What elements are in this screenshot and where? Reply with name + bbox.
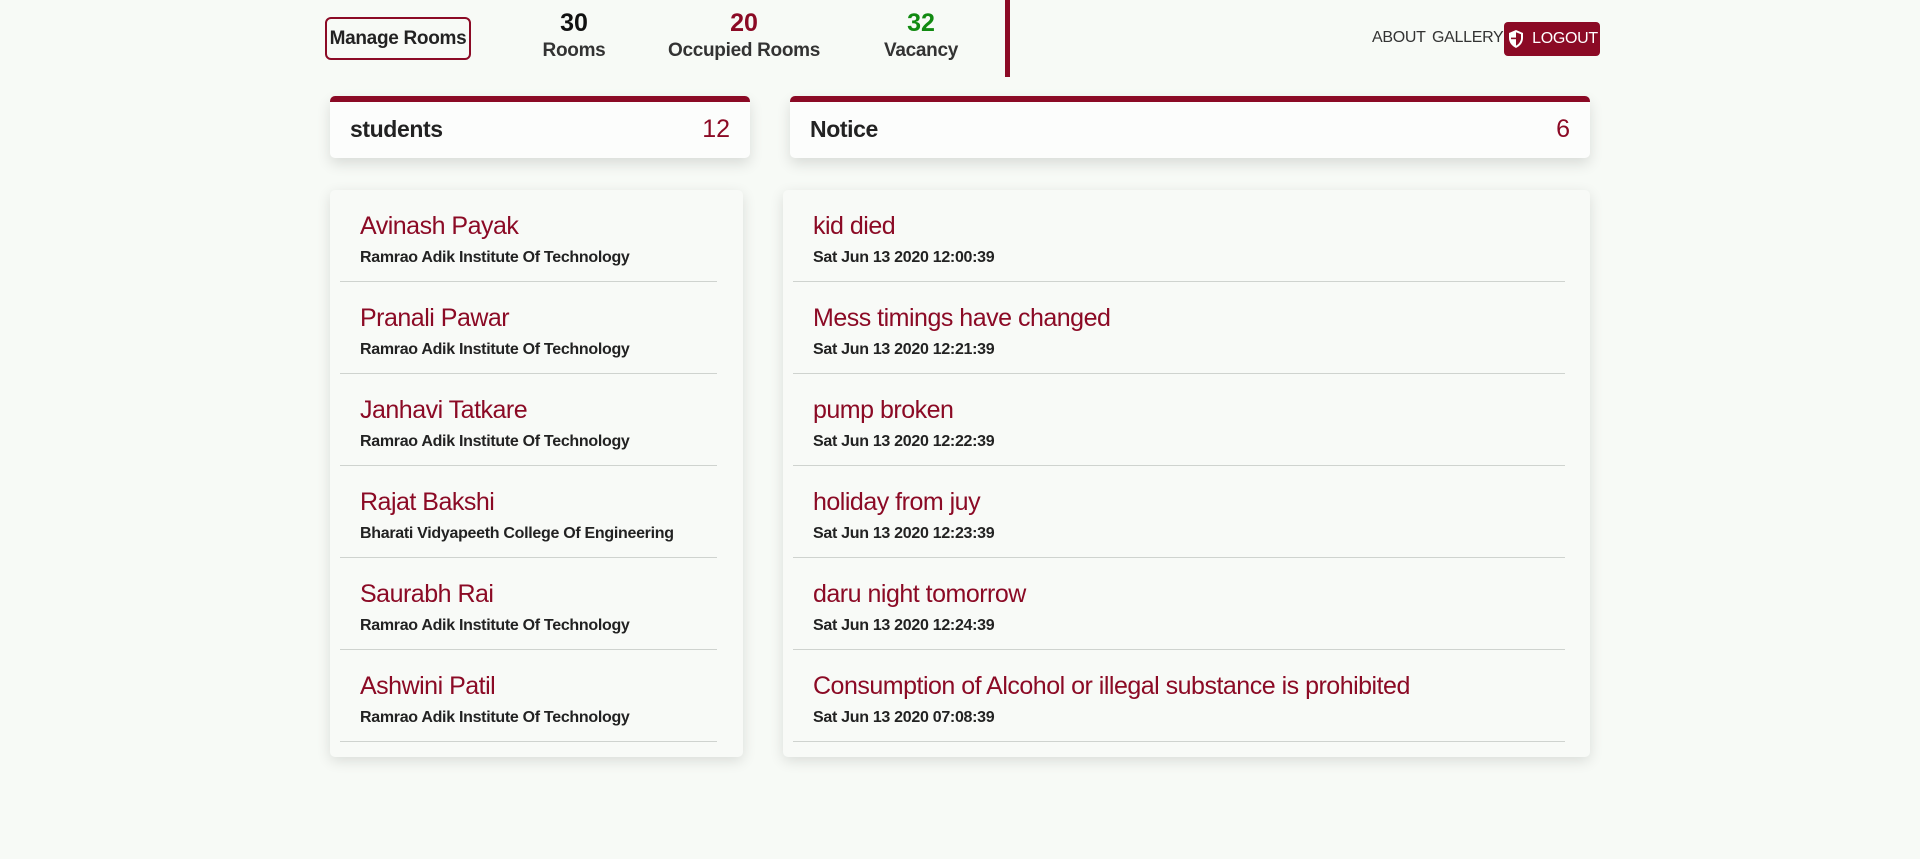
notice-list-item[interactable]: holiday from juy Sat Jun 13 2020 12:23:3…	[793, 466, 1565, 558]
notice-text: kid died	[813, 212, 896, 240]
notice-date: Sat Jun 13 2020 12:24:39	[813, 617, 995, 634]
rooms-label: Rooms	[542, 40, 606, 61]
students-header-card: students 12	[330, 96, 750, 158]
notice-list-item[interactable]: pump broken Sat Jun 13 2020 12:22:39	[793, 374, 1565, 466]
rooms-stat: 30 Rooms	[536, 8, 612, 64]
student-college: Ramrao Adik Institute Of Technology	[360, 709, 630, 726]
student-name: Pranali Pawar	[360, 304, 510, 332]
notice-date: Sat Jun 13 2020 07:08:39	[813, 709, 995, 726]
notice-list: kid died Sat Jun 13 2020 12:00:39 Mess t…	[783, 190, 1590, 757]
student-name: Rajat Bakshi	[360, 488, 495, 516]
notice-text: daru night tomorrow	[813, 580, 1026, 608]
vacancy-stat: 32 Vacancy	[878, 8, 964, 64]
notice-date: Sat Jun 13 2020 12:21:39	[813, 341, 995, 358]
notice-date: Sat Jun 13 2020 12:00:39	[813, 249, 995, 266]
student-college: Bharati Vidyapeeth College Of Engineerin…	[360, 525, 674, 542]
student-list-item[interactable]: Avinash Payak Ramrao Adik Institute Of T…	[340, 190, 717, 282]
header-divider	[1005, 0, 1010, 77]
nav-gallery-link[interactable]: GALLERY	[1432, 29, 1504, 47]
logout-button[interactable]: LOGOUT	[1504, 22, 1600, 56]
vacancy-label: Vacancy	[884, 40, 958, 61]
notice-date: Sat Jun 13 2020 12:22:39	[813, 433, 995, 450]
rooms-count: 30	[560, 9, 588, 37]
notice-text: pump broken	[813, 396, 954, 424]
shield-icon	[1506, 29, 1526, 49]
notice-text: Mess timings have changed	[813, 304, 1111, 332]
student-name: Avinash Payak	[360, 212, 519, 240]
vacancy-count: 32	[907, 9, 935, 37]
student-college: Ramrao Adik Institute Of Technology	[360, 433, 630, 450]
student-list-item[interactable]: Janhavi Tatkare Ramrao Adik Institute Of…	[340, 374, 717, 466]
notice-date: Sat Jun 13 2020 12:23:39	[813, 525, 995, 542]
notice-count: 6	[1556, 115, 1570, 143]
student-college: Ramrao Adik Institute Of Technology	[360, 249, 630, 266]
student-college: Ramrao Adik Institute Of Technology	[360, 617, 630, 634]
student-name: Ashwini Patil	[360, 672, 496, 700]
logout-label: LOGOUT	[1532, 30, 1598, 47]
occupied-rooms-count: 20	[730, 9, 758, 37]
student-list-item[interactable]: Pranali Pawar Ramrao Adik Institute Of T…	[340, 282, 717, 374]
student-name: Janhavi Tatkare	[360, 396, 528, 424]
student-list-item[interactable]: Rajat Bakshi Bharati Vidyapeeth College …	[340, 466, 717, 558]
notice-list-item[interactable]: kid died Sat Jun 13 2020 12:00:39	[793, 190, 1565, 282]
notice-list-item[interactable]: Consumption of Alcohol or illegal substa…	[793, 650, 1565, 742]
students-title: students	[350, 116, 443, 142]
nav-about-link[interactable]: ABOUT	[1372, 29, 1426, 47]
notice-list-item[interactable]: Mess timings have changed Sat Jun 13 202…	[793, 282, 1565, 374]
notice-text: Consumption of Alcohol or illegal substa…	[813, 672, 1410, 700]
occupied-rooms-stat: 20 Occupied Rooms	[666, 8, 822, 64]
students-count: 12	[702, 115, 730, 143]
notice-text: holiday from juy	[813, 488, 981, 516]
student-name: Saurabh Rai	[360, 580, 494, 608]
student-college: Ramrao Adik Institute Of Technology	[360, 341, 630, 358]
occupied-rooms-label: Occupied Rooms	[667, 40, 821, 61]
students-list: Avinash Payak Ramrao Adik Institute Of T…	[330, 190, 743, 757]
student-list-item[interactable]: Saurabh Rai Ramrao Adik Institute Of Tec…	[340, 558, 717, 650]
notice-header-card: Notice 6	[790, 96, 1590, 158]
manage-rooms-button[interactable]: Manage Rooms	[325, 17, 471, 60]
notice-list-item[interactable]: daru night tomorrow Sat Jun 13 2020 12:2…	[793, 558, 1565, 650]
notice-title: Notice	[810, 116, 878, 142]
student-list-item[interactable]: Ashwini Patil Ramrao Adik Institute Of T…	[340, 650, 717, 742]
top-bar: Manage Rooms 30 Rooms 20 Occupied Rooms …	[0, 0, 1920, 80]
